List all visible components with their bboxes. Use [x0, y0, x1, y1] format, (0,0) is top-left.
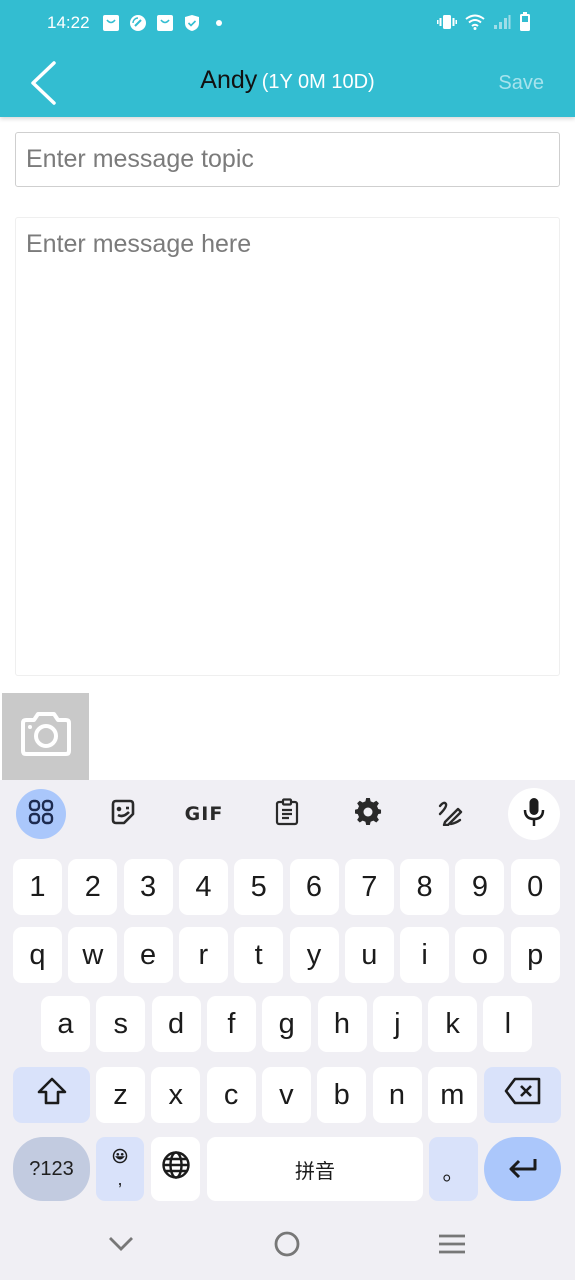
- key-j[interactable]: j: [372, 996, 422, 1052]
- emoji-comma-key[interactable]: ,: [96, 1137, 144, 1201]
- settings-gear-icon: [355, 797, 383, 831]
- period-key[interactable]: 。: [429, 1137, 478, 1201]
- key-w[interactable]: w: [68, 927, 118, 983]
- shield-check-icon: [182, 13, 201, 32]
- status-bar: 14:22: [0, 0, 575, 46]
- settings-button[interactable]: [343, 788, 395, 840]
- battery-icon: [519, 12, 531, 37]
- language-switch-key[interactable]: [151, 1137, 200, 1201]
- add-photo-button[interactable]: [2, 693, 89, 780]
- emoji-icon: [112, 1148, 128, 1169]
- key-v[interactable]: v: [261, 1067, 311, 1123]
- gif-button[interactable]: GIF: [178, 788, 230, 840]
- enter-arrow-icon: [507, 1153, 539, 1186]
- soft-keyboard: GIF 12 3 4 5 6 7 8 9 0 q w e r t y u i o…: [0, 780, 575, 1280]
- key-y[interactable]: y: [289, 927, 339, 983]
- key-0[interactable]: 0: [510, 859, 560, 915]
- clipboard-icon: [275, 797, 299, 831]
- globe-icon: [161, 1150, 191, 1188]
- signal-icon: [493, 14, 511, 35]
- key-7[interactable]: 7: [344, 859, 394, 915]
- key-n[interactable]: n: [372, 1067, 422, 1123]
- key-u[interactable]: u: [344, 927, 394, 983]
- key-s[interactable]: s: [96, 996, 146, 1052]
- shift-arrow-icon: [36, 1076, 68, 1114]
- save-button[interactable]: Save: [498, 72, 544, 95]
- child-age: (1Y 0M 10D): [261, 71, 375, 93]
- key-z[interactable]: z: [96, 1067, 145, 1123]
- key-d[interactable]: d: [151, 996, 201, 1052]
- voice-input-button[interactable]: [508, 788, 560, 840]
- key-b[interactable]: b: [317, 1067, 367, 1123]
- key-4[interactable]: 4: [178, 859, 228, 915]
- shopping-bag-icon: [155, 13, 174, 32]
- menu-lines-icon: [438, 1233, 466, 1260]
- sticker-button[interactable]: [97, 788, 149, 840]
- camera-icon: [19, 711, 73, 762]
- chevron-left-icon: [22, 61, 66, 112]
- key-f[interactable]: f: [206, 996, 256, 1052]
- key-m[interactable]: m: [427, 1067, 477, 1123]
- sticker-icon: [109, 798, 137, 831]
- key-2[interactable]: 2: [68, 859, 118, 915]
- chevron-down-icon: [108, 1236, 134, 1257]
- apps-grid-button[interactable]: [16, 789, 66, 839]
- backspace-icon: [504, 1076, 542, 1114]
- key-c[interactable]: c: [206, 1067, 256, 1123]
- message-body-input[interactable]: [15, 217, 560, 676]
- key-8[interactable]: 8: [400, 859, 450, 915]
- symbols-key[interactable]: ?123: [13, 1137, 90, 1201]
- status-time: 14:22: [47, 13, 90, 32]
- dot-icon: [209, 13, 228, 32]
- key-i[interactable]: i: [400, 927, 450, 983]
- key-9[interactable]: 9: [455, 859, 505, 915]
- hide-keyboard-button[interactable]: [99, 1228, 143, 1264]
- home-button[interactable]: [265, 1228, 309, 1264]
- compose-message-screen: 14:22 Andy (1Y 0M 10D) Save Enter messag…: [0, 0, 575, 1280]
- key-g[interactable]: g: [262, 996, 312, 1052]
- vibrate-icon: [437, 14, 457, 35]
- key-x[interactable]: x: [151, 1067, 201, 1123]
- wifi-icon: [465, 14, 485, 35]
- gif-label: GIF: [184, 803, 224, 825]
- enter-key[interactable]: [484, 1137, 561, 1201]
- page-title: Andy (1Y 0M 10D): [0, 66, 575, 95]
- speedometer-icon: [128, 13, 147, 32]
- key-q[interactable]: q: [13, 927, 62, 983]
- apps-grid-icon: [28, 799, 54, 830]
- key-a[interactable]: a: [41, 996, 90, 1052]
- notification-icons: [101, 13, 228, 32]
- handwriting-button[interactable]: [424, 788, 476, 840]
- key-k[interactable]: k: [428, 996, 478, 1052]
- clipboard-button[interactable]: [261, 788, 313, 840]
- key-r[interactable]: r: [178, 927, 228, 983]
- title-bar: Andy (1Y 0M 10D) Save: [0, 46, 575, 117]
- key-o[interactable]: o: [455, 927, 505, 983]
- microphone-icon: [523, 797, 545, 832]
- message-topic-input[interactable]: [15, 132, 560, 187]
- space-key[interactable]: 拼音: [207, 1137, 423, 1201]
- app-header: 14:22 Andy (1Y 0M 10D) Save: [0, 0, 575, 117]
- system-status-icons: [437, 12, 531, 37]
- backspace-key[interactable]: [484, 1067, 561, 1123]
- child-name: Andy: [200, 66, 258, 94]
- key-h[interactable]: h: [317, 996, 367, 1052]
- key-p[interactable]: p: [510, 927, 560, 983]
- handwriting-icon: [436, 798, 464, 831]
- recents-button[interactable]: [430, 1228, 474, 1264]
- key-1[interactable]: 1: [13, 859, 62, 915]
- keyboard-toolbar: GIF: [0, 788, 575, 840]
- key-6[interactable]: 6: [289, 859, 339, 915]
- key-l[interactable]: l: [483, 996, 533, 1052]
- shift-key[interactable]: [13, 1067, 90, 1123]
- home-circle-icon: [273, 1230, 301, 1263]
- comma-label: ,: [117, 1169, 123, 1189]
- key-3[interactable]: 3: [123, 859, 173, 915]
- key-e[interactable]: e: [123, 927, 173, 983]
- key-t[interactable]: t: [234, 927, 284, 983]
- key-5[interactable]: 5: [234, 859, 284, 915]
- shopping-bag-icon: [101, 13, 120, 32]
- system-nav-bar: [0, 1214, 575, 1280]
